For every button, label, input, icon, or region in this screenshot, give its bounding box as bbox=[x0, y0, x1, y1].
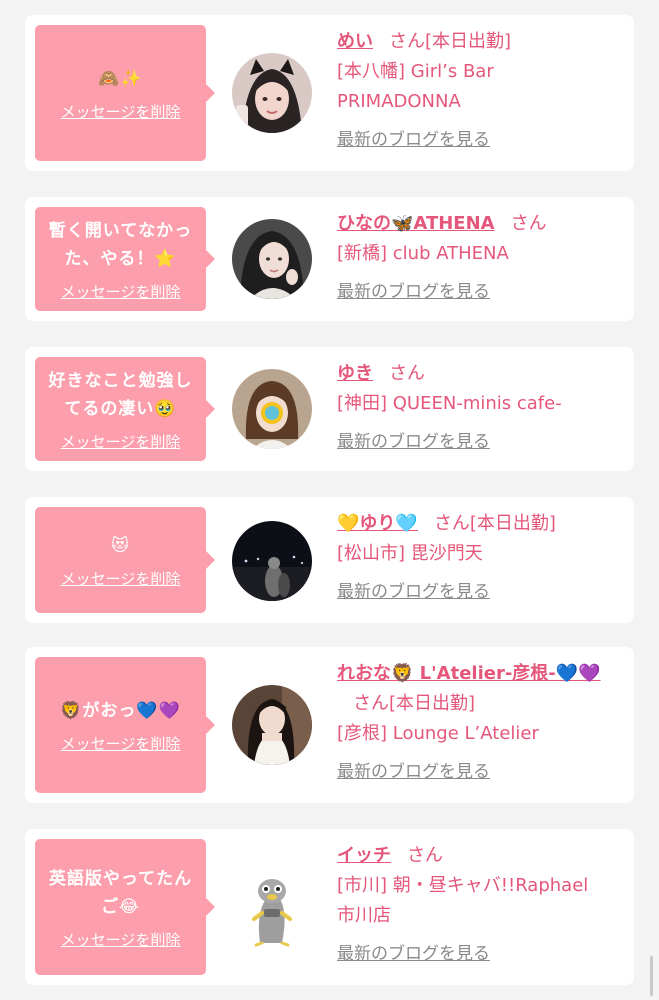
delete-message-link[interactable]: メッセージを削除 bbox=[61, 431, 181, 452]
cast-info: ひなの🦋ATHENA さん [新橋] club ATHENA 最新のブログを見る bbox=[337, 209, 620, 302]
delete-message-link[interactable]: メッセージを削除 bbox=[61, 929, 181, 950]
honorific: さん bbox=[510, 213, 547, 234]
honorific: さん bbox=[353, 693, 389, 714]
delete-message-link[interactable]: メッセージを削除 bbox=[61, 281, 181, 302]
avatar[interactable] bbox=[232, 521, 312, 601]
girl-short-hair-icon bbox=[232, 369, 312, 449]
message-bubble: 好きなこと勉強してるの凄い🥹 メッセージを削除 bbox=[35, 357, 215, 461]
night-scene-icon bbox=[232, 521, 312, 601]
honorific: さん bbox=[389, 31, 425, 52]
cast-name-link[interactable]: イッチ bbox=[337, 845, 391, 866]
honorific: さん bbox=[407, 845, 443, 866]
cast-info: 💛ゆり🩵 さん[本日出勤] [松山市] 毘沙門天 最新のブログを見る bbox=[337, 509, 620, 602]
message-bubble: 🦁がおっ💙💜 メッセージを削除 bbox=[35, 657, 215, 793]
seal-mascot-icon bbox=[232, 867, 312, 947]
message-text: 英語版やってたんご😂 bbox=[48, 868, 193, 917]
view-blog-link[interactable]: 最新のブログを見る bbox=[337, 757, 490, 782]
working-today-badge: [本日出勤] bbox=[425, 31, 512, 52]
avatar[interactable] bbox=[232, 369, 312, 449]
message-card: 🙈✨ メッセージを削除 めいさん[本日出勤] [本八幡] Girl’s Bar bbox=[25, 15, 634, 171]
cast-info: れおな🦁 L'Atelier-彦根-💙💜 さん[本日出勤] [彦根] Lounge… bbox=[337, 659, 620, 782]
name-line: イッチ さん bbox=[337, 841, 620, 871]
message-card: 好きなこと勉強してるの凄い🥹 メッセージを削除 ゆき さん [神田] QUEEN-… bbox=[25, 347, 634, 471]
shop-line: [松山市] 毘沙門天 bbox=[337, 543, 483, 564]
message-bubble: 英語版やってたんご😂 メッセージを削除 bbox=[35, 839, 215, 975]
shop-line: [彦根] Lounge L’Atelier bbox=[337, 723, 539, 744]
view-blog-link[interactable]: 最新のブログを見る bbox=[337, 427, 490, 452]
name-line: れおな🦁 L'Atelier-彦根-💙💜 さん[本日出勤] bbox=[337, 659, 620, 719]
avatar[interactable] bbox=[232, 53, 312, 133]
delete-message-link[interactable]: メッセージを削除 bbox=[61, 568, 181, 589]
avatar[interactable] bbox=[232, 685, 312, 765]
message-text: 暫く開いてなかった、やる！⭐ bbox=[48, 220, 193, 269]
message-bubble: 暫く開いてなかった、やる！⭐ メッセージを削除 bbox=[35, 207, 215, 311]
message-bubble: 😻 メッセージを削除 bbox=[35, 507, 215, 613]
working-today-badge: [本日出勤] bbox=[469, 513, 556, 534]
message-bubble: 🙈✨ メッセージを削除 bbox=[35, 25, 215, 161]
cast-name-link[interactable]: ひなの🦋ATHENA bbox=[337, 213, 495, 234]
view-blog-link[interactable]: 最新のブログを見る bbox=[337, 577, 490, 602]
message-card: 英語版やってたんご😂 メッセージを削除 イッチ さん [市川] 朝・昼キャバ!!… bbox=[25, 829, 634, 985]
cast-info: イッチ さん [市川] 朝・昼キャバ!!Raphael 市川店 最新のブログを見る bbox=[337, 841, 620, 964]
cast-name-link[interactable]: 💛ゆり🩵 bbox=[337, 513, 418, 534]
cast-name-link[interactable]: めい bbox=[337, 31, 373, 52]
honorific: さん bbox=[389, 363, 425, 384]
name-line: 💛ゆり🩵 さん[本日出勤] bbox=[337, 509, 620, 539]
delete-message-link[interactable]: メッセージを削除 bbox=[61, 733, 181, 754]
avatar[interactable] bbox=[232, 867, 312, 947]
girl-white-dress-icon bbox=[232, 685, 312, 765]
message-text: 好きなこと勉強してるの凄い🥹 bbox=[48, 370, 193, 419]
message-text: 😻 bbox=[111, 535, 130, 556]
shop-line: [本八幡] Girl’s Bar bbox=[337, 61, 494, 82]
view-blog-link[interactable]: 最新のブログを見る bbox=[337, 277, 490, 302]
girl-with-cat-ears-icon bbox=[232, 53, 312, 133]
message-card: 🦁がおっ💙💜 メッセージを削除 れおな🦁 L'Atelier-彦根-💙💜 さん[本… bbox=[25, 647, 634, 803]
message-card: 😻 メッセージを削除 💛ゆり🩵 さん[本日出勤] [松山市] 毘沙門天 最新のブロ… bbox=[25, 497, 634, 623]
message-text: 🦁がおっ💙💜 bbox=[60, 700, 181, 721]
avatar[interactable] bbox=[232, 219, 312, 299]
girl-dark-hair-icon bbox=[232, 219, 312, 299]
view-blog-link[interactable]: 最新のブログを見る bbox=[337, 939, 490, 964]
shop-line: [市川] 朝・昼キャバ!!Raphael bbox=[337, 875, 589, 896]
cast-name-link[interactable]: ゆき bbox=[337, 363, 373, 384]
name-line: めい さん[本日出勤] bbox=[337, 27, 620, 57]
cast-name-link[interactable]: れおな🦁 L'Atelier-彦根-💙💜 bbox=[337, 663, 601, 684]
shop-line: 市川店 bbox=[337, 905, 391, 926]
honorific: さん bbox=[433, 513, 470, 534]
shop-line: [新橋] club ATHENA bbox=[337, 243, 509, 264]
scrollbar[interactable] bbox=[650, 956, 653, 996]
shop-line: PRIMADONNA bbox=[337, 91, 461, 112]
working-today-badge: [本日出勤] bbox=[389, 693, 476, 714]
cast-info: ゆき さん [神田] QUEEN-minis cafe- 最新のブログを見る bbox=[337, 359, 620, 452]
name-line: ひなの🦋ATHENA さん bbox=[337, 209, 620, 239]
message-card: 暫く開いてなかった、やる！⭐ メッセージを削除 ひなの🦋ATHENA さん [新橋… bbox=[25, 197, 634, 321]
cast-info: めい さん[本日出勤] [本八幡] Girl’s Bar PRIMADONNA 最… bbox=[337, 27, 620, 150]
delete-message-link[interactable]: メッセージを削除 bbox=[61, 101, 181, 122]
message-text: 🙈✨ bbox=[98, 68, 143, 89]
view-blog-link[interactable]: 最新のブログを見る bbox=[337, 125, 490, 150]
name-line: ゆき さん bbox=[337, 359, 620, 389]
shop-line: [神田] QUEEN-minis cafe- bbox=[337, 393, 562, 414]
